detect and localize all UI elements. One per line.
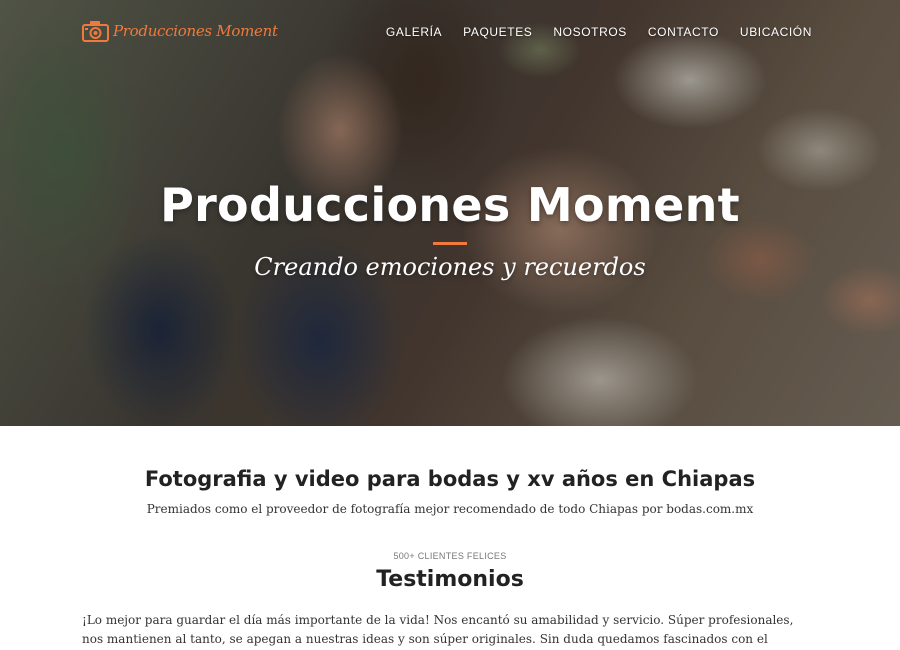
main-content: Fotografia y video para bodas y xv años … bbox=[0, 426, 900, 650]
intro-section: Fotografia y video para bodas y xv años … bbox=[0, 426, 900, 516]
nav-item-ubicacion: UBICACIÓN bbox=[740, 23, 812, 41]
brand-logo-link[interactable]: Producciones Moment bbox=[82, 20, 278, 42]
nav-item-galeria: GALERÍA bbox=[386, 23, 442, 41]
testimonials-title: Testimonios bbox=[376, 567, 524, 592]
camera-icon bbox=[82, 21, 109, 42]
intro-heading: Fotografia y video para bodas y xv años … bbox=[144, 467, 756, 491]
testimonial-quote: ¡Lo mejor para guardar el día más import… bbox=[82, 613, 794, 646]
nav-link-nosotros[interactable]: NOSOTROS bbox=[553, 25, 626, 39]
nav-link-contacto[interactable]: CONTACTO bbox=[648, 25, 719, 39]
hero-section: Producciones Moment GALERÍA PAQUETES NOS… bbox=[0, 0, 900, 426]
nav-item-paquetes: PAQUETES bbox=[463, 23, 532, 41]
testimonials-eyebrow: 500+ CLIENTES FELICES bbox=[393, 551, 507, 561]
navbar: Producciones Moment GALERÍA PAQUETES NOS… bbox=[0, 0, 900, 62]
nav-link-ubicacion[interactable]: UBICACIÓN bbox=[740, 25, 812, 39]
brand-name: Producciones Moment bbox=[113, 22, 278, 40]
testimonials-section: 500+ CLIENTES FELICES Testimonios ¡Lo me… bbox=[0, 516, 900, 650]
nav-link-paquetes[interactable]: PAQUETES bbox=[463, 25, 532, 39]
hero-divider bbox=[433, 242, 467, 245]
hero-subtitle: Creando emociones y recuerdos bbox=[254, 253, 646, 281]
nav-item-nosotros: NOSOTROS bbox=[553, 23, 626, 41]
hero-content: Producciones Moment Creando emociones y … bbox=[0, 178, 900, 281]
hero-title: Producciones Moment bbox=[160, 178, 740, 232]
nav-menu: GALERÍA PAQUETES NOSOTROS CONTACTO UBICA… bbox=[386, 23, 812, 41]
nav-link-galeria[interactable]: GALERÍA bbox=[386, 25, 442, 39]
nav-item-contacto: CONTACTO bbox=[648, 23, 719, 41]
intro-text: Premiados como el proveedor de fotografí… bbox=[146, 502, 754, 516]
